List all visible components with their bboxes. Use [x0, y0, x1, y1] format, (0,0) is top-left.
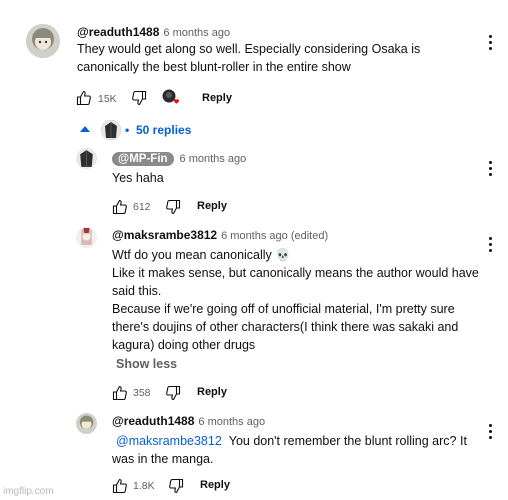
more-vert-icon[interactable] — [489, 237, 493, 255]
comment-timestamp[interactable]: 6 months ago — [198, 416, 265, 428]
comment-timestamp[interactable]: 6 months ago — [180, 153, 247, 165]
creator-heart-icon — [161, 88, 181, 108]
avatar[interactable] — [76, 148, 97, 169]
avatar[interactable] — [26, 24, 60, 58]
more-vert-icon[interactable] — [489, 424, 493, 442]
comment-timestamp[interactable]: 6 months ago — [163, 27, 230, 39]
comment-text-segment: You don't remember the blunt rolling arc… — [228, 434, 467, 448]
comment-timestamp[interactable]: 6 months ago (edited) — [221, 230, 328, 242]
caret-up-icon — [80, 126, 90, 132]
comment-author[interactable]: @maksrambe3812 — [112, 228, 217, 242]
comment-header: @maksrambe3812 6 months ago (edited) — [112, 228, 328, 242]
like-button[interactable] — [76, 90, 92, 106]
dislike-button[interactable] — [165, 199, 181, 215]
more-vert-icon[interactable] — [489, 35, 493, 53]
comment-text: They would get along so well. Especially… — [77, 40, 437, 76]
replies-count[interactable]: 50 replies — [136, 123, 191, 137]
comment-author[interactable]: @readuth1488 — [77, 25, 159, 39]
like-button[interactable] — [112, 478, 128, 494]
like-button[interactable] — [112, 385, 128, 401]
reply-button[interactable]: Reply — [197, 386, 227, 398]
like-count: 612 — [133, 201, 151, 213]
comment-text-line: They would get along so well. Especially… — [77, 42, 421, 56]
like-count: 358 — [133, 387, 151, 399]
like-button[interactable] — [112, 199, 128, 215]
like-count: 15K — [98, 93, 117, 105]
thumb-down-icon — [132, 90, 147, 106]
reply-button[interactable]: Reply — [200, 479, 230, 491]
comment-text-line: kagura) doing other drugs — [112, 338, 256, 352]
thumb-up-icon — [112, 199, 127, 215]
reply-button[interactable]: Reply — [202, 92, 232, 104]
comment-header: @readuth1488 6 months ago — [112, 414, 265, 428]
comment-author[interactable]: @readuth1488 — [112, 414, 194, 428]
reply-button[interactable]: Reply — [197, 200, 227, 212]
dislike-button[interactable] — [168, 478, 184, 494]
avatar — [101, 120, 121, 140]
comment-text-line: @maksrambe3812 You don't remember the bl… — [112, 432, 484, 450]
thumb-down-icon — [166, 385, 181, 401]
mention-link[interactable]: @maksrambe3812 — [116, 434, 222, 448]
comment-text: Wtf do you mean canonically 💀 Like it ma… — [112, 246, 484, 354]
replies-toggle[interactable]: • 50 replies — [80, 120, 200, 140]
replies-separator: • — [125, 123, 130, 137]
avatar[interactable] — [76, 227, 97, 248]
thumb-down-icon — [169, 478, 184, 494]
watermark: imgflip.com — [3, 486, 54, 497]
thumb-down-icon — [166, 199, 181, 215]
comment-header: @MP-Fin 6 months ago — [112, 149, 246, 167]
like-count: 1.8K — [133, 480, 155, 492]
comment-text-line: was in the manga. — [112, 452, 214, 466]
comment-author[interactable]: @MP-Fin — [112, 152, 174, 166]
avatar[interactable] — [76, 413, 97, 434]
more-vert-icon[interactable] — [489, 161, 493, 179]
show-less-button[interactable]: Show less — [116, 357, 177, 371]
comment-text: Yes haha — [112, 171, 164, 185]
comment-header: @readuth1488 6 months ago — [77, 25, 230, 39]
comment-text-line: canonically the best blunt-roller in the… — [77, 60, 351, 74]
comment-text: @maksrambe3812 You don't remember the bl… — [112, 432, 484, 468]
dislike-button[interactable] — [165, 385, 181, 401]
thumb-up-icon — [76, 90, 91, 106]
thumb-up-icon — [112, 385, 127, 401]
dislike-button[interactable] — [131, 90, 147, 106]
comment-text-line: Like it makes sense, but canonically mea… — [112, 266, 479, 280]
thumb-up-icon — [112, 478, 127, 494]
comment-text-line: there's doujins of other characters(I th… — [112, 320, 459, 334]
comment-text-line: Because if we're going off of unofficial… — [112, 302, 455, 316]
comment-text-line: Wtf do you mean canonically 💀 — [112, 248, 291, 262]
comment-text-line: said this. — [112, 284, 162, 298]
